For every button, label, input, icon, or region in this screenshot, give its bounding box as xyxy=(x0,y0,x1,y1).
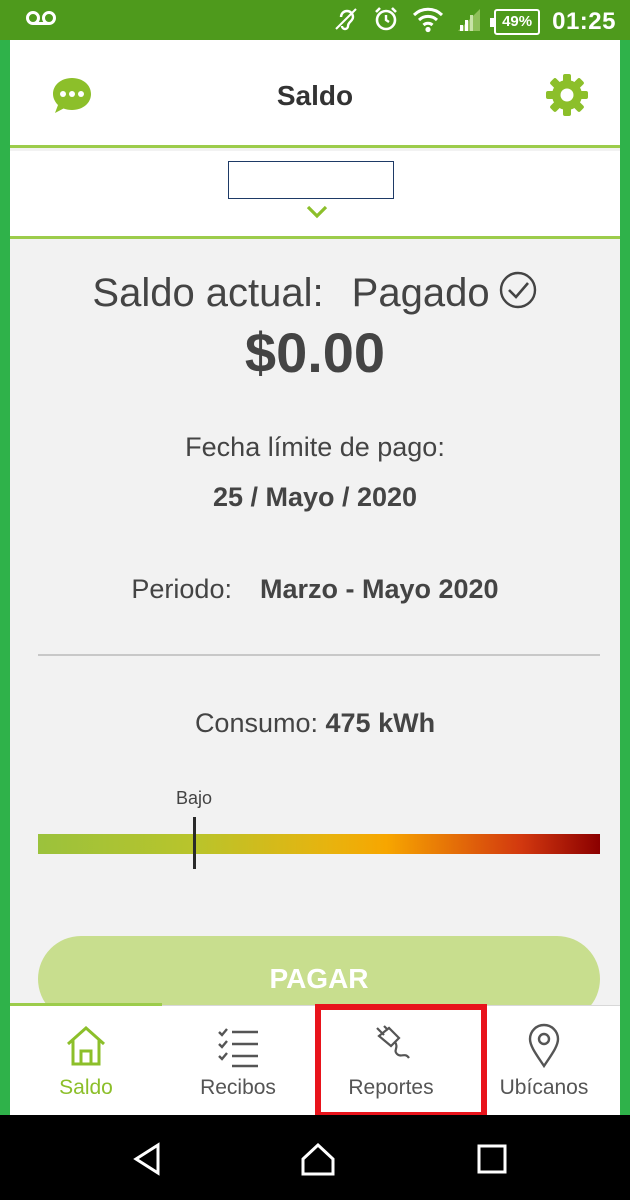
back-icon[interactable] xyxy=(130,1141,166,1177)
nav-item-label: Recibos xyxy=(200,1076,276,1099)
location-pin-icon xyxy=(522,1022,566,1070)
recents-icon[interactable] xyxy=(474,1141,510,1177)
consumption-gauge-marker xyxy=(193,817,196,869)
nav-item-saldo[interactable]: Saldo xyxy=(10,1006,162,1116)
consumption-row: Consumo: 475 kWh xyxy=(10,708,620,739)
gear-icon[interactable] xyxy=(544,72,590,118)
due-date-value: 25 / Mayo / 2020 xyxy=(212,482,418,512)
page-title: Saldo xyxy=(276,80,354,111)
app-header: Saldo xyxy=(10,40,620,148)
alarm-icon xyxy=(372,5,400,38)
consumption-gauge xyxy=(38,834,600,854)
highlight-annotation xyxy=(315,1004,487,1118)
status-bar: 49% 01:25 xyxy=(0,0,630,40)
balance-amount: $0.00 xyxy=(244,321,386,384)
chevron-down-icon[interactable] xyxy=(306,203,328,221)
clock-time: 01:25 xyxy=(552,7,616,35)
nav-item-recibos[interactable]: Recibos xyxy=(162,1006,314,1116)
home-icon xyxy=(64,1022,108,1070)
nav-item-label: Saldo xyxy=(59,1076,113,1099)
period-value: Marzo - Mayo 2020 xyxy=(259,574,499,604)
nav-item-ubicanos[interactable]: Ubícanos xyxy=(468,1006,620,1116)
signal-icon xyxy=(456,5,482,38)
balance-row: Saldo actual: Pagado xyxy=(10,270,620,316)
home-button-icon[interactable] xyxy=(300,1141,336,1177)
consumption-label: Consumo: xyxy=(194,708,318,738)
battery-icon: 49% xyxy=(490,8,541,35)
app-frame-left xyxy=(0,40,10,1115)
wifi-icon xyxy=(412,5,444,38)
check-circle-icon xyxy=(498,270,538,310)
checklist-icon xyxy=(216,1022,260,1070)
app-frame-right xyxy=(620,40,630,1115)
balance-status: Pagado xyxy=(351,271,490,315)
period-row: Periodo: Marzo - Mayo 2020 xyxy=(10,574,620,605)
consumption-value: 475 kWh xyxy=(325,708,436,738)
voicemail-icon xyxy=(26,8,56,33)
hearing-aid-icon xyxy=(332,5,360,38)
divider xyxy=(38,654,600,656)
account-number-box[interactable] xyxy=(228,161,394,199)
account-selector[interactable] xyxy=(10,151,620,239)
balance-panel: Saldo actual: Pagado $0.00 Fecha límite d… xyxy=(10,242,620,1022)
balance-label: Saldo actual: xyxy=(92,271,324,315)
period-label: Periodo: xyxy=(131,574,232,604)
due-date-label: Fecha límite de pago: xyxy=(185,432,445,462)
consumption-level-label: Bajo xyxy=(176,788,213,808)
nav-item-label: Ubícanos xyxy=(499,1076,589,1099)
system-nav-bar xyxy=(0,1115,630,1200)
